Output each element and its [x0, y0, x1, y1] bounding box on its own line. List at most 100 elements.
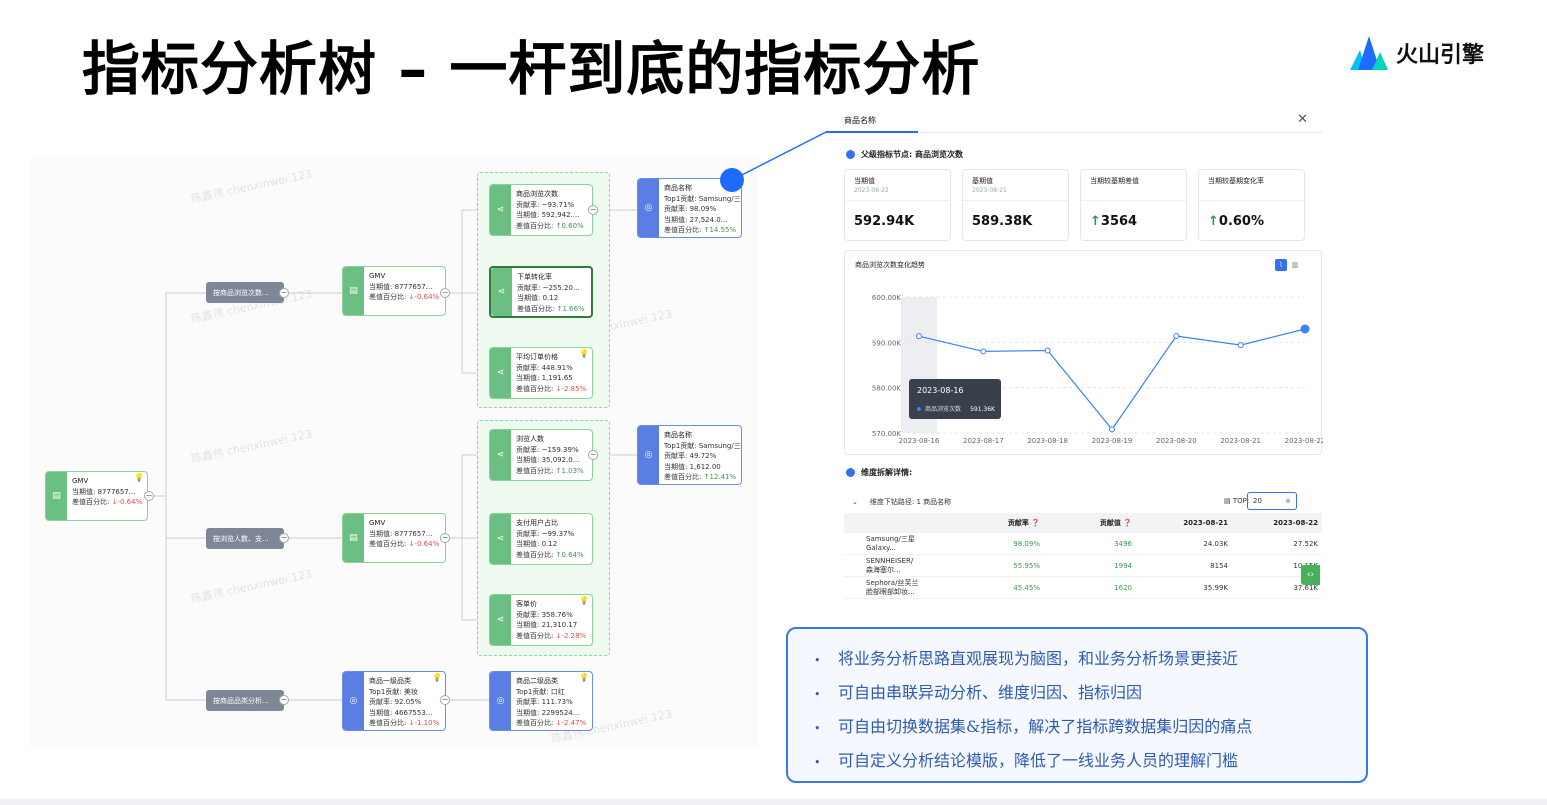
data-point [1237, 342, 1244, 349]
feature-callout: 将业务分析思路直观展现为脑图，和业务分析场景更接近 可自由串联异动分析、维度归因… [786, 627, 1368, 783]
tooltip-value: 591.36K [970, 406, 996, 413]
collapse-toggle[interactable]: − [279, 533, 289, 543]
stat-card-rate: 当期较基期变化率 ↑0.60% [1198, 169, 1305, 241]
card-value: 0.60% [1218, 214, 1265, 229]
callout-item: 可自定义分析结论模版，降低了一线业务人员的理解门槛 [814, 745, 1366, 779]
metric-node-visitors[interactable]: ⋖ 浏览人数 贡献率: ~159.39% 当期值: 35,092.0... 差值… [489, 429, 593, 481]
node-contrib: 贡献率: 111.73% [516, 698, 573, 706]
node-current: 当期值: 592,942.... [516, 211, 580, 219]
lightbulb-icon[interactable]: 💡 [579, 673, 589, 684]
col-header-date1[interactable]: 2023-08-21 [1136, 519, 1232, 527]
diff-label: 差值百分比: [369, 719, 409, 727]
node-title: GMV [369, 272, 386, 280]
row-rate: 45.45% [1013, 583, 1040, 592]
node-diff: ↑0.64% [555, 550, 584, 559]
node-title: 支付用户占比 [516, 519, 558, 527]
node-current: 当期值: 8777657... [72, 487, 136, 496]
tooltip-label: 商品浏览次数 [925, 405, 961, 413]
drill-path: 维度下钻路径: 1 商品名称 [869, 498, 952, 506]
lightbulb-icon[interactable]: 💡 [579, 596, 589, 607]
row-rate: 98.09% [1013, 539, 1040, 548]
panel-tab-bar: 商品名称 ✕ [826, 105, 1322, 133]
collapse-toggle[interactable]: − [279, 288, 289, 298]
collapse-toggle[interactable]: − [588, 450, 598, 460]
node-diff: ↑0.60% [555, 221, 584, 230]
node-contrib: 贡献率: 92.05% [369, 698, 422, 706]
diff-label: 差值百分比: [516, 631, 556, 640]
row-date1: 8154 [1210, 561, 1228, 570]
card-title: 当期值 [854, 177, 875, 185]
col-header-date2[interactable]: 2023-08-22 [1232, 519, 1322, 527]
collapse-toggle[interactable]: − [440, 533, 450, 543]
dimension-node-product[interactable]: ◎ 商品名称 Top1贡献: Samsung/三星... 贡献率: 49.72%… [637, 425, 742, 485]
y-tick-label: 580.00K [872, 385, 901, 393]
row-name-sub: 森海塞尔... [866, 565, 901, 574]
group-node-category[interactable]: 按商品品类分析... [206, 690, 284, 711]
metric-node-conversion[interactable]: ⋖ 下单转化率 贡献率: ~255.20... 当期值: 0.12 差值百分比:… [489, 266, 593, 318]
collapse-toggle[interactable]: − [440, 695, 450, 705]
section-dot-icon [846, 150, 855, 159]
node-contrib: 贡献率: 98.09% [664, 205, 717, 213]
doc-icon: ▤ [343, 514, 364, 562]
tooltip-bg [909, 379, 1001, 419]
top-label: ▤ TOP: [1224, 497, 1250, 505]
logo-text: 火山引擎 [1396, 43, 1485, 68]
gmv-node[interactable]: ▤ GMV 当期值: 8777657... 差值百分比: ↓-0.64% [342, 513, 446, 563]
root-gmv-node[interactable]: ▤ GMV 当期值: 8777657... 差值百分比: ↓-0.64% 💡 [45, 471, 148, 521]
category-l2-node[interactable]: ◎ 商品二级品类 Top1贡献: 口红 贡献率: 111.73% 当期值: 22… [489, 671, 593, 731]
close-icon[interactable]: ✕ [1297, 112, 1308, 127]
lightbulb-icon[interactable]: 💡 [579, 349, 589, 360]
callout-item: 将业务分析思路直观展现为脑图，和业务分析场景更接近 [814, 643, 1366, 677]
col-header-rate[interactable]: 贡献率 ❓ [952, 518, 1044, 528]
x-tick-label: 2023-08-20 [1156, 437, 1197, 445]
gmv-node[interactable]: ▤ GMV 当期值: 8777657... 差值百分比: ↓-0.64% [342, 266, 446, 316]
diff-label: 差值百分比: [369, 540, 409, 548]
metric-node-avg-order-price[interactable]: ⋖ 平均订单价格 贡献率: 448.91% 当期值: 1,191.65 差值百分… [489, 347, 593, 399]
card-date: 2023-08-22 [854, 187, 889, 194]
clear-icon[interactable]: ⊗ [1285, 497, 1291, 505]
callout-item: 可自由切换数据集&指标，解决了指标跨数据集归因的痛点 [814, 711, 1366, 745]
analysis-tree-canvas[interactable]: 陈鑫伟 chenxinwei.123 陈鑫伟 chenxinwei.123 陈鑫… [30, 158, 758, 748]
tooltip-date: 2023-08-16 [917, 386, 964, 395]
node-diff: ↑12.41% [703, 473, 737, 481]
node-current: 当期值: 2299524... [516, 708, 580, 717]
metric-node-unit-price[interactable]: ⋖ 客单价 贡献率: 358.76% 当期值: 21,310.17 差值百分比:… [489, 594, 593, 646]
chevron-down-icon[interactable]: ⌄ [852, 498, 858, 506]
category-l1-node[interactable]: ◎ 商品一级品类 Top1贡献: 美妆 贡献率: 92.05% 当期值: 466… [342, 671, 446, 731]
y-tick-label: 600.00K [872, 294, 901, 302]
collapse-toggle[interactable]: − [440, 288, 450, 298]
lightbulb-icon[interactable]: 💡 [432, 673, 442, 684]
node-title: 商品一级品类 [369, 677, 411, 685]
node-diff: ↓-0.64% [408, 293, 440, 301]
top-n-input[interactable]: 20 ⊗ [1247, 492, 1297, 510]
split-icon: ⋖ [491, 268, 512, 316]
dimension-table: ⌄ 维度下钻路径: 1 商品名称 ▤ TOP: 20 ⊗ 贡献率 ❓ 贡献值 ❓ … [844, 491, 1322, 605]
table-row[interactable]: Sephora/丝芙兰 脸部眼部卸妆... 45.45% 1620 35.99K … [844, 577, 1322, 599]
table-row[interactable]: SENNHEISER/森海塞尔... 55.95% 1994 8154 10.1… [844, 555, 1322, 577]
dimension-icon: ◎ [638, 179, 659, 237]
collapse-toggle[interactable]: − [588, 205, 598, 215]
node-current: 当期值: 35,092.0... [516, 456, 580, 464]
metric-node-page-views[interactable]: ⋖ 商品浏览次数 贡献率: ~93.71% 当期值: 592,942.... 差… [489, 184, 593, 236]
mountain-logo-icon [1350, 36, 1388, 70]
stat-card-base: 基期值 2023-08-21 589.38K [962, 169, 1069, 241]
table-row[interactable]: Samsung/三星 Galaxy... 98.09% 3496 24.03K 2… [844, 533, 1322, 555]
diff-label: 差值百分比: [516, 384, 556, 393]
dimension-title: 维度拆解详情: [861, 468, 913, 477]
tooltip-marker [917, 407, 921, 411]
expand-side-tab[interactable]: ‹› [1301, 565, 1320, 585]
metric-node-pay-user-ratio[interactable]: ⋖ 支付用户占比 贡献率: ~99.37% 当期值: 0.12 差值百分比: ↑… [489, 513, 593, 565]
tab-product-name[interactable]: 商品名称 [844, 115, 876, 126]
collapse-toggle[interactable]: − [279, 695, 289, 705]
col-header-value[interactable]: 贡献值 ❓ [1044, 518, 1136, 528]
group-node-browse[interactable]: 按商品浏览次数... [206, 282, 284, 303]
collapse-toggle[interactable]: − [144, 491, 154, 501]
callout-item: 可自由串联异动分析、维度归因、指标归因 [814, 677, 1366, 711]
parent-node-label: 父级指标节点: 商品浏览次数 [861, 150, 963, 159]
card-title: 基期值 [972, 177, 993, 185]
group-node-visitors[interactable]: 按浏览人数、支... [206, 528, 284, 549]
lightbulb-icon[interactable]: 💡 [134, 473, 144, 484]
node-current: 当期值: 0.12 [516, 540, 558, 548]
diff-label: 差值百分比: [516, 719, 556, 727]
diff-label: 差值百分比: [517, 304, 557, 313]
